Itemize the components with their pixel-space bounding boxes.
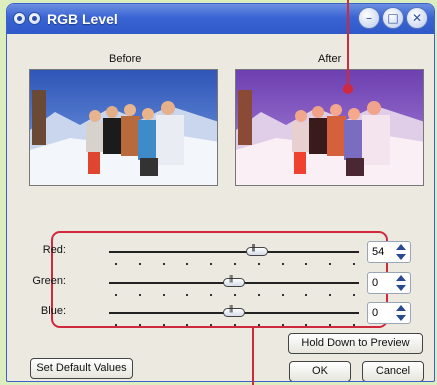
cancel-button[interactable]: Cancel xyxy=(362,361,424,381)
slider-tick xyxy=(186,263,189,265)
slider-tick xyxy=(162,294,165,296)
after-label: After xyxy=(318,53,342,65)
app-icon[interactable] xyxy=(13,12,26,25)
slider-tick xyxy=(210,263,213,265)
slider-tick xyxy=(186,294,189,296)
slider-tick xyxy=(257,294,260,296)
slider-tick xyxy=(115,294,117,296)
slider-tick xyxy=(353,263,355,265)
slider-tick xyxy=(115,324,117,326)
slider-tick xyxy=(257,324,260,326)
green-slider-ticks xyxy=(115,294,355,296)
before-preview-image xyxy=(29,69,218,186)
menu-icon[interactable] xyxy=(28,12,41,25)
window-title: RGB Level xyxy=(47,11,118,27)
blue-slider-row: Blue: 0 xyxy=(41,300,411,328)
green-spinner[interactable] xyxy=(396,274,406,292)
slider-tick xyxy=(305,324,308,326)
callout-dot xyxy=(343,84,353,94)
red-slider-ticks xyxy=(115,263,355,265)
red-slider-row: Red: 54 xyxy=(43,239,411,267)
slider-tick xyxy=(234,294,236,296)
slider-tick xyxy=(305,263,308,265)
slider-tick xyxy=(329,324,332,326)
slider-tick xyxy=(281,263,284,265)
red-value-field[interactable]: 54 xyxy=(367,241,411,263)
slider-tick xyxy=(234,263,236,265)
slider-tick xyxy=(329,294,332,296)
red-label: Red: xyxy=(42,244,66,256)
slider-tick xyxy=(281,294,284,296)
slider-tick xyxy=(115,263,117,265)
red-slider-track[interactable] xyxy=(109,251,359,253)
slider-tick xyxy=(305,294,308,296)
minimize-icon[interactable]: – xyxy=(358,7,380,29)
green-value-field[interactable]: 0 xyxy=(367,272,411,294)
ok-button[interactable]: OK xyxy=(289,361,351,381)
rgb-slider-group: Red: 54 Green: 0 xyxy=(32,231,411,328)
close-icon[interactable]: ✕ xyxy=(406,7,428,29)
slider-tick xyxy=(353,294,355,296)
slider-tick xyxy=(162,263,165,265)
spin-down-icon[interactable] xyxy=(396,254,406,260)
green-slider-thumb[interactable] xyxy=(223,274,245,287)
blue-slider-thumb[interactable] xyxy=(223,304,245,317)
rgb-level-dialog: RGB Level – □ ✕ Before After Red: ||| 54… xyxy=(6,3,435,382)
title-bar[interactable]: RGB Level – □ ✕ xyxy=(7,4,434,34)
spin-up-icon[interactable] xyxy=(396,244,406,250)
slider-tick xyxy=(138,294,141,296)
red-value: 54 xyxy=(372,246,385,258)
hold-down-to-preview-button[interactable]: Hold Down to Preview xyxy=(288,333,423,354)
slider-tick xyxy=(210,294,213,296)
slider-tick xyxy=(281,324,284,326)
green-label: Green: xyxy=(32,275,66,287)
red-slider-thumb[interactable] xyxy=(245,243,268,256)
red-spinner[interactable] xyxy=(396,243,406,261)
after-preview-image xyxy=(235,69,424,186)
blue-slider-ticks xyxy=(115,324,355,326)
slider-tick xyxy=(210,324,213,326)
slider-tick xyxy=(138,263,141,265)
blue-value: 0 xyxy=(372,307,379,319)
green-value: 0 xyxy=(372,277,379,289)
set-default-values-button[interactable]: Set Default Values xyxy=(30,358,133,379)
slider-tick xyxy=(186,324,189,326)
spin-up-icon[interactable] xyxy=(396,305,406,311)
callout-line-after xyxy=(347,0,349,86)
slider-tick xyxy=(257,263,260,265)
spin-down-icon[interactable] xyxy=(396,285,406,291)
before-label: Before xyxy=(109,53,142,65)
blue-spinner[interactable] xyxy=(396,304,406,322)
slider-tick xyxy=(353,324,355,326)
slider-tick xyxy=(162,324,165,326)
slider-tick xyxy=(138,324,141,326)
green-slider-row: Green: 0 xyxy=(32,270,411,298)
blue-label: Blue: xyxy=(40,305,66,317)
maximize-icon[interactable]: □ xyxy=(382,7,404,29)
spin-down-icon[interactable] xyxy=(396,315,406,321)
spin-up-icon[interactable] xyxy=(396,275,406,281)
slider-tick xyxy=(234,324,236,326)
slider-tick xyxy=(329,263,332,265)
callout-line-sliders xyxy=(252,327,254,385)
blue-value-field[interactable]: 0 xyxy=(367,302,411,324)
